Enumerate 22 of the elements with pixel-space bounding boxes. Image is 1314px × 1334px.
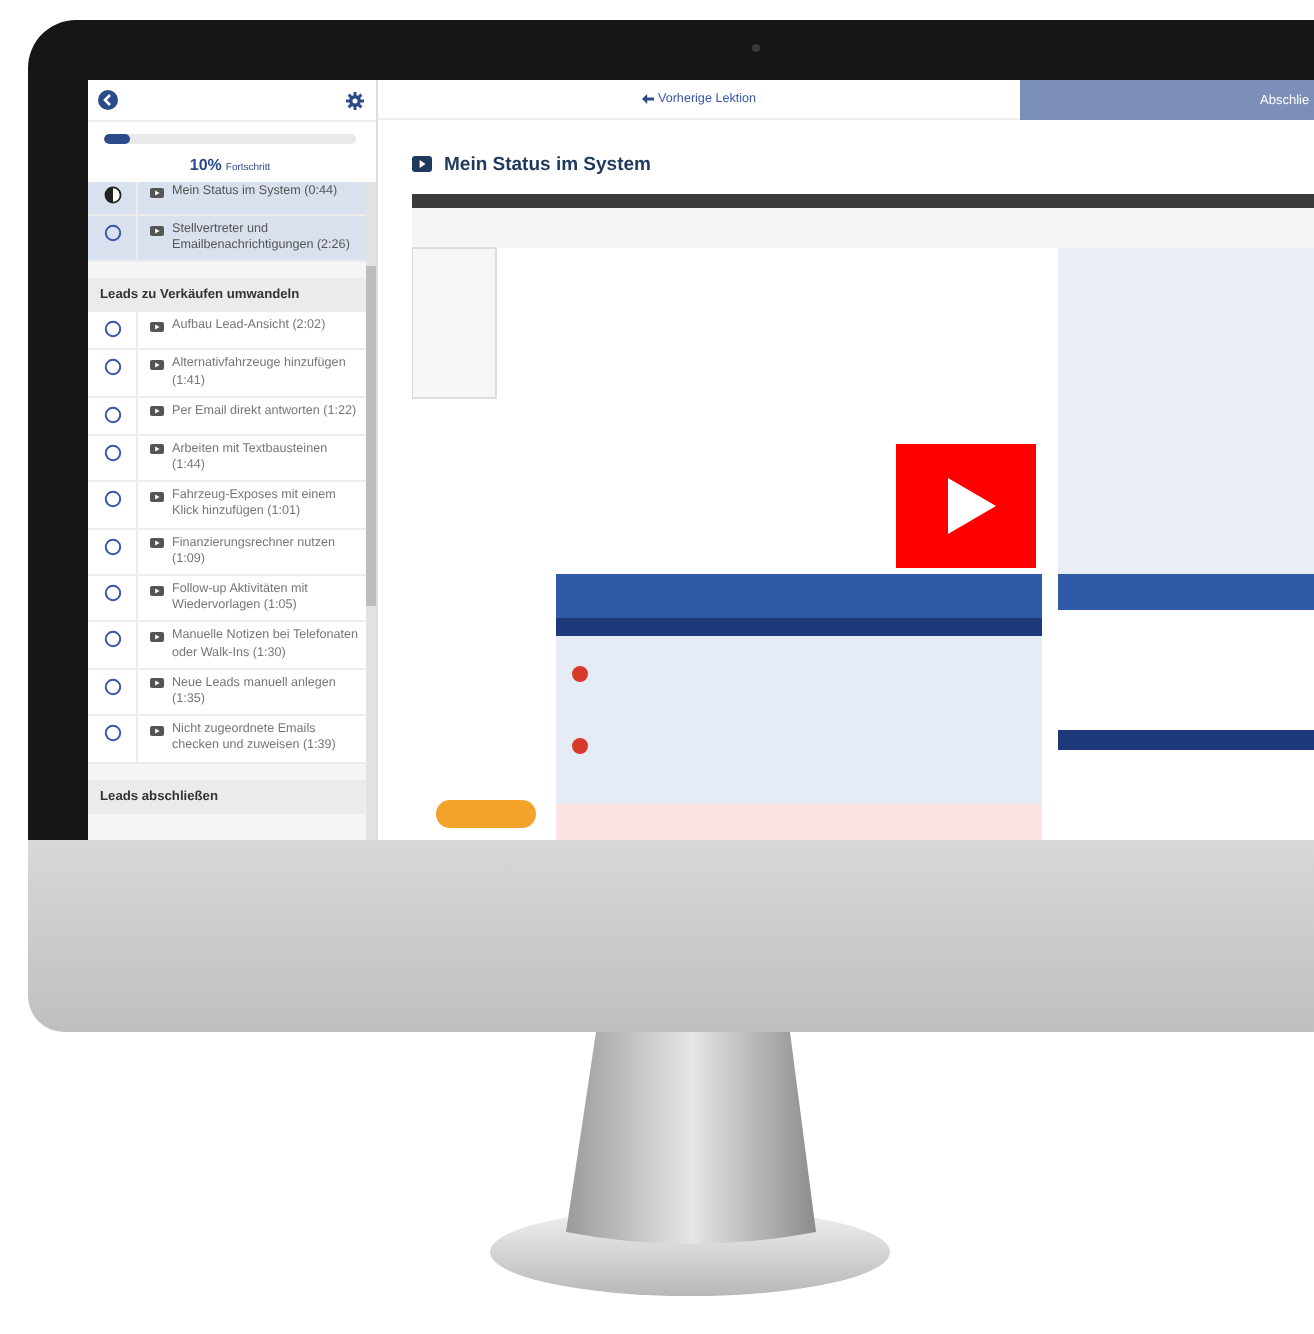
video-icon: [150, 406, 164, 417]
video-icon: [150, 538, 164, 549]
video-icon: [150, 322, 164, 332]
lesson-heading: Mein Status im System: [444, 153, 651, 175]
video-icon: [150, 444, 164, 455]
back-button[interactable]: [98, 90, 118, 110]
video-icon: [412, 156, 432, 172]
video-icon: [150, 632, 164, 643]
video-icon: [150, 678, 164, 689]
camera-icon: [752, 44, 760, 52]
video-icon: [150, 225, 164, 236]
video-icon: [150, 491, 164, 502]
video-icon: [150, 725, 164, 736]
scrollbar-thumb[interactable]: [366, 266, 376, 606]
play-icon: [948, 478, 996, 534]
video-icon: [150, 360, 164, 370]
video-icon: [150, 585, 164, 596]
left-arrow-icon: [641, 94, 654, 104]
settings-icon[interactable]: [346, 91, 364, 109]
video-icon: [150, 187, 164, 198]
play-button[interactable]: [896, 444, 1036, 568]
progress-percent: 10%: [189, 156, 222, 174]
